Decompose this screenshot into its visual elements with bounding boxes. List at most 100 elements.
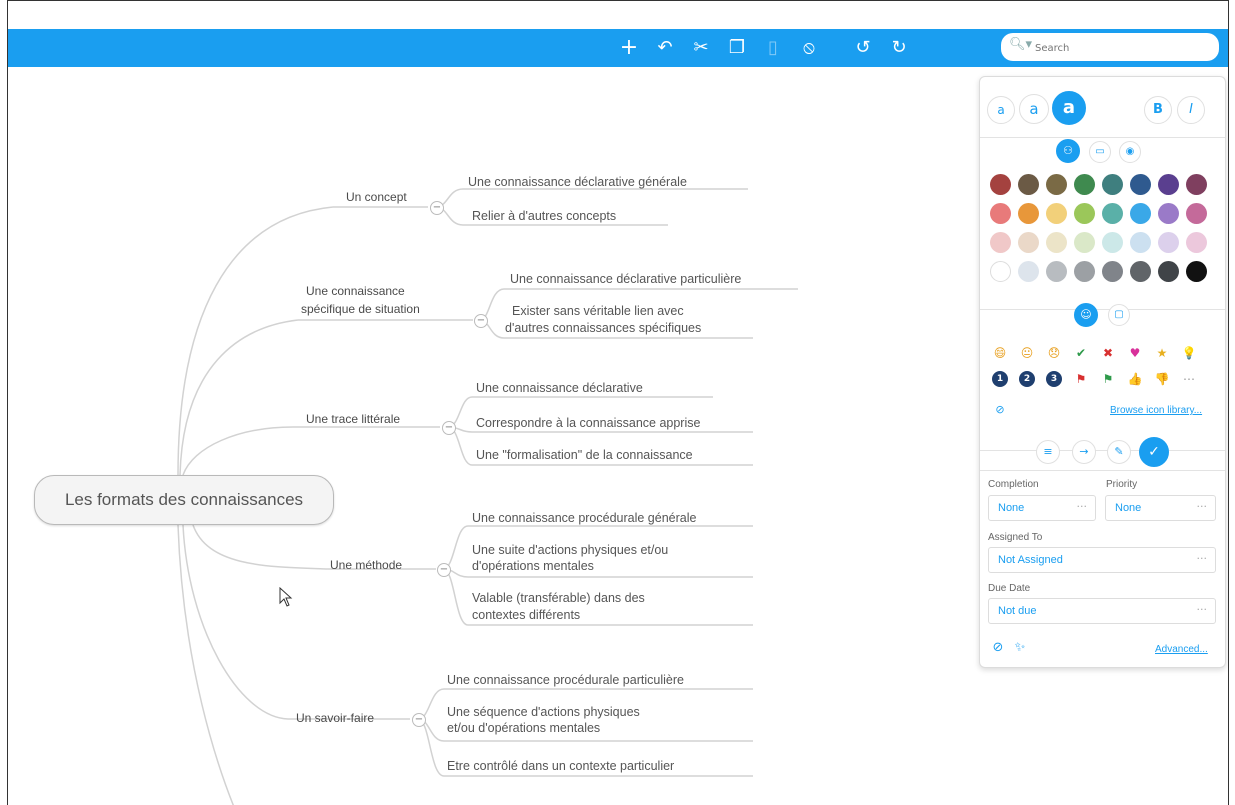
branch-topic-methode[interactable]: Une méthode bbox=[330, 557, 402, 573]
remove-icon-icon[interactable]: ⊘ bbox=[992, 402, 1008, 418]
color-swatch[interactable] bbox=[1018, 232, 1039, 253]
root-topic[interactable]: Les formats des connaissances bbox=[34, 475, 334, 525]
clear-format-icon[interactable]: ⦸ bbox=[796, 35, 822, 61]
browse-icon-library-link[interactable]: Browse icon library... bbox=[1110, 405, 1202, 416]
clear-task-icon[interactable]: ⊘ bbox=[990, 640, 1006, 656]
leaf-topic[interactable]: Une connaissance procédurale générale bbox=[472, 510, 696, 526]
color-swatch[interactable] bbox=[1130, 203, 1151, 224]
color-swatch[interactable] bbox=[1158, 232, 1179, 253]
text-size-large-button[interactable]: a bbox=[1052, 91, 1086, 125]
color-swatch[interactable] bbox=[1018, 261, 1039, 282]
stickers-tab-icon[interactable]: ▢ bbox=[1108, 304, 1130, 326]
branch-topic-concept[interactable]: Un concept bbox=[346, 189, 407, 205]
color-swatch[interactable] bbox=[1018, 203, 1039, 224]
red-flag-icon[interactable]: ⚑ bbox=[1073, 371, 1089, 387]
redo-icon[interactable]: ↻ bbox=[886, 35, 912, 61]
collapse-toggle[interactable]: − bbox=[412, 713, 426, 727]
color-swatch[interactable] bbox=[1158, 261, 1179, 282]
italic-button[interactable]: I bbox=[1177, 96, 1205, 124]
paste-icon[interactable]: ▯ bbox=[760, 35, 786, 61]
color-swatch[interactable] bbox=[1074, 232, 1095, 253]
leaf-topic[interactable]: Une suite d'actions physiques et/ou bbox=[472, 542, 668, 558]
branch-topic-specific-line2[interactable]: spécifique de situation bbox=[301, 301, 420, 317]
branch-topic-trace[interactable]: Une trace littérale bbox=[306, 411, 400, 427]
collapse-toggle[interactable]: − bbox=[474, 314, 488, 328]
color-swatch[interactable] bbox=[1046, 203, 1067, 224]
color-swatch[interactable] bbox=[1046, 174, 1067, 195]
color-swatch[interactable] bbox=[1074, 174, 1095, 195]
color-swatch[interactable] bbox=[1158, 203, 1179, 224]
search-box[interactable]: 🔍︎▾ bbox=[1001, 33, 1219, 61]
task-checkmark-icon[interactable]: ✓ bbox=[1139, 437, 1169, 467]
priority-2-icon[interactable]: 2 bbox=[1019, 371, 1035, 387]
leaf-topic[interactable]: Une connaissance procédurale particulièr… bbox=[447, 672, 684, 688]
copy-icon[interactable]: ❐ bbox=[724, 35, 750, 61]
leaf-topic[interactable]: d'autres connaissances spécifiques bbox=[505, 320, 701, 336]
leaf-topic[interactable]: d'opérations mentales bbox=[472, 558, 594, 574]
leaf-topic[interactable]: Une connaissance déclarative particulièr… bbox=[510, 271, 741, 287]
color-swatch[interactable] bbox=[990, 203, 1011, 224]
neutral-face-icon[interactable]: 😐 bbox=[1019, 345, 1035, 361]
notes-icon[interactable]: ≡ bbox=[1036, 440, 1060, 464]
heart-icon[interactable]: ♥ bbox=[1127, 345, 1143, 361]
collapse-toggle[interactable]: − bbox=[442, 421, 456, 435]
leaf-topic[interactable]: et/ou d'opérations mentales bbox=[447, 720, 600, 736]
color-swatch[interactable] bbox=[990, 232, 1011, 253]
smiley-icon[interactable]: 😄 bbox=[992, 345, 1008, 361]
color-swatch[interactable] bbox=[1102, 203, 1123, 224]
due-date-select[interactable]: Not due ··· bbox=[988, 598, 1216, 624]
completion-select[interactable]: None ··· bbox=[988, 495, 1096, 521]
green-flag-icon[interactable]: ⚑ bbox=[1100, 371, 1116, 387]
color-swatch[interactable] bbox=[1130, 174, 1151, 195]
leaf-topic[interactable]: Une connaissance déclarative bbox=[476, 380, 643, 396]
bold-button[interactable]: B bbox=[1144, 96, 1172, 124]
icons-tab-icon[interactable]: ☺ bbox=[1074, 303, 1098, 327]
star-icon[interactable]: ★ bbox=[1154, 345, 1170, 361]
thumbs-up-icon[interactable]: 👍 bbox=[1127, 371, 1143, 387]
assigned-to-select[interactable]: Not Assigned ··· bbox=[988, 547, 1216, 573]
color-swatch[interactable] bbox=[1186, 174, 1207, 195]
link-arrow-icon[interactable]: → bbox=[1072, 440, 1096, 464]
collapse-toggle[interactable]: − bbox=[430, 201, 444, 215]
text-color-tab-icon[interactable]: ⚇ bbox=[1056, 139, 1080, 163]
leaf-topic[interactable]: Une "formalisation" de la connaissance bbox=[476, 447, 693, 463]
more-icons-icon[interactable]: ⋯ bbox=[1181, 371, 1197, 387]
priority-1-icon[interactable]: 1 bbox=[992, 371, 1008, 387]
priority-3-icon[interactable]: 3 bbox=[1046, 371, 1062, 387]
color-swatch[interactable] bbox=[1018, 174, 1039, 195]
leaf-topic[interactable]: Une connaissance déclarative générale bbox=[468, 174, 687, 190]
check-icon[interactable]: ✔ bbox=[1073, 345, 1089, 361]
relationship-icon[interactable]: ↶ bbox=[652, 35, 678, 61]
color-swatch[interactable] bbox=[1074, 203, 1095, 224]
color-swatch[interactable] bbox=[1102, 232, 1123, 253]
leaf-topic[interactable]: Exister sans véritable lien avec bbox=[512, 303, 684, 319]
color-swatch[interactable] bbox=[1130, 261, 1151, 282]
leaf-topic[interactable]: contextes différents bbox=[472, 607, 580, 623]
magic-wand-icon[interactable]: ✨︎ bbox=[1012, 640, 1028, 656]
leaf-topic[interactable]: Une séquence d'actions physiques bbox=[447, 704, 640, 720]
color-swatch[interactable] bbox=[1186, 261, 1207, 282]
priority-select[interactable]: None ··· bbox=[1105, 495, 1216, 521]
leaf-topic[interactable]: Valable (transférable) dans des bbox=[472, 590, 645, 606]
leaf-topic[interactable]: Relier à d'autres concepts bbox=[472, 208, 616, 224]
color-swatch[interactable] bbox=[1130, 232, 1151, 253]
color-swatch[interactable] bbox=[990, 174, 1011, 195]
cut-icon[interactable]: ✂ bbox=[688, 35, 714, 61]
leaf-topic[interactable]: Correspondre à la connaissance apprise bbox=[476, 415, 700, 431]
branch-topic-savoir-faire[interactable]: Un savoir-faire bbox=[296, 710, 374, 726]
text-size-small-button[interactable]: a bbox=[987, 96, 1015, 124]
search-input[interactable] bbox=[1033, 38, 1207, 58]
color-swatch[interactable] bbox=[1046, 232, 1067, 253]
branch-topic-specific[interactable]: Une connaissance bbox=[306, 283, 405, 299]
color-swatch[interactable] bbox=[1102, 261, 1123, 282]
color-swatch[interactable] bbox=[1186, 203, 1207, 224]
color-swatch[interactable] bbox=[1074, 261, 1095, 282]
undo-icon[interactable]: ↺ bbox=[850, 35, 876, 61]
fill-color-tab-icon[interactable]: ▭ bbox=[1089, 141, 1111, 163]
lightbulb-icon[interactable]: 💡 bbox=[1181, 345, 1197, 361]
color-swatch[interactable] bbox=[1186, 232, 1207, 253]
add-topic-icon[interactable]: + bbox=[616, 35, 642, 61]
cross-icon[interactable]: ✖ bbox=[1100, 345, 1116, 361]
collapse-toggle[interactable]: − bbox=[437, 563, 451, 577]
color-swatch[interactable] bbox=[990, 261, 1011, 282]
